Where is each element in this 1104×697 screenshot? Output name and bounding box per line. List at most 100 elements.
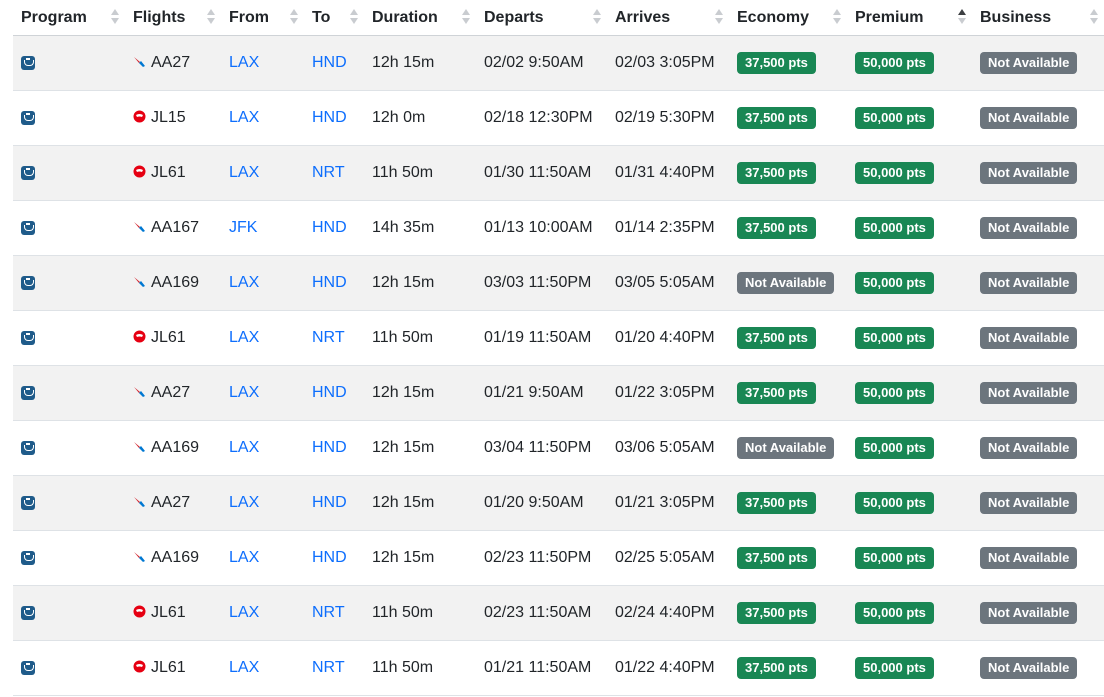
from-airport-link[interactable]: LAX: [229, 549, 259, 566]
table-row[interactable]: AA169 LAX HND 12h 15m 03/03 11:50PM 03/05 5:0…: [13, 255, 1104, 311]
to-airport-link[interactable]: NRT: [312, 604, 345, 621]
economy-award-badge[interactable]: 37,500 pts: [737, 217, 816, 239]
premium-award-badge[interactable]: 50,000 pts: [855, 52, 934, 74]
column-header-premium[interactable]: Premium: [847, 0, 972, 36]
to-airport-link[interactable]: HND: [312, 109, 347, 126]
premium-award-badge[interactable]: 50,000 pts: [855, 547, 934, 569]
duration-text: 12h 15m: [372, 274, 435, 291]
cell-program: [13, 35, 125, 91]
sort-icon[interactable]: [462, 9, 470, 27]
premium-award-badge[interactable]: 50,000 pts: [855, 272, 934, 294]
cell-program: [13, 585, 125, 641]
economy-award-badge[interactable]: 37,500 pts: [737, 52, 816, 74]
cell-premium: 50,000 pts: [847, 420, 972, 476]
economy-award-badge[interactable]: 37,500 pts: [737, 107, 816, 129]
premium-award-badge[interactable]: 50,000 pts: [855, 492, 934, 514]
from-airport-link[interactable]: LAX: [229, 329, 259, 346]
to-airport-link[interactable]: HND: [312, 219, 347, 236]
sort-icon[interactable]: [350, 9, 358, 27]
premium-award-badge[interactable]: 50,000 pts: [855, 657, 934, 679]
american-airlines-logo-icon: [134, 497, 145, 507]
business-award-badge: Not Available: [980, 657, 1078, 679]
table-row[interactable]: AA169 LAX HND 12h 15m 02/23 11:50PM 02/25 5:0…: [13, 530, 1104, 586]
column-header-flights[interactable]: Flights: [125, 0, 221, 36]
alaska-airlines-icon: [21, 605, 35, 620]
table-row[interactable]: AA169 LAX HND 12h 15m 03/04 11:50PM 03/06 5:0…: [13, 420, 1104, 476]
economy-award-badge: Not Available: [737, 272, 835, 294]
table-row[interactable]: JL61 LAX NRT 11h 50m 01/21 11:50AM 01/22 4:40…: [13, 640, 1104, 696]
results-page: Program Flights From To Duration Departs Arriv…: [0, 0, 1104, 697]
table-row[interactable]: JL61 LAX NRT 11h 50m 01/19 11:50AM 01/20 4:40…: [13, 310, 1104, 366]
sort-icon[interactable]: [715, 9, 723, 27]
to-airport-link[interactable]: HND: [312, 384, 347, 401]
sort-up-icon: [290, 9, 298, 15]
premium-award-badge[interactable]: 50,000 pts: [855, 107, 934, 129]
column-header-arrives[interactable]: Arrives: [607, 0, 729, 36]
from-airport-link[interactable]: LAX: [229, 109, 259, 126]
economy-award-badge[interactable]: 37,500 pts: [737, 657, 816, 679]
column-header-departs[interactable]: Departs: [476, 0, 607, 36]
cell-arrives: 02/24 4:40PM: [607, 585, 729, 641]
to-airport-link[interactable]: HND: [312, 494, 347, 511]
sort-icon[interactable]: [111, 9, 119, 27]
from-airport-link[interactable]: LAX: [229, 604, 259, 621]
cell-from: LAX: [221, 255, 304, 311]
to-airport-link[interactable]: HND: [312, 54, 347, 71]
economy-award-badge[interactable]: 37,500 pts: [737, 327, 816, 349]
column-header-to[interactable]: To: [304, 0, 364, 36]
column-header-from[interactable]: From: [221, 0, 304, 36]
cell-departs: 01/19 11:50AM: [476, 310, 607, 366]
economy-award-badge[interactable]: 37,500 pts: [737, 602, 816, 624]
cell-from: LAX: [221, 310, 304, 366]
economy-award-badge[interactable]: 37,500 pts: [737, 547, 816, 569]
premium-award-badge[interactable]: 50,000 pts: [855, 382, 934, 404]
cell-from: JFK: [221, 200, 304, 256]
departs-text: 02/18 12:30PM: [484, 109, 593, 126]
cell-arrives: 02/03 3:05PM: [607, 35, 729, 91]
from-airport-link[interactable]: LAX: [229, 494, 259, 511]
from-airport-link[interactable]: LAX: [229, 659, 259, 676]
premium-award-badge[interactable]: 50,000 pts: [855, 162, 934, 184]
sort-icon[interactable]: [207, 9, 215, 27]
sort-down-icon: [715, 18, 723, 24]
from-airport-link[interactable]: LAX: [229, 384, 259, 401]
to-airport-link[interactable]: HND: [312, 549, 347, 566]
table-row[interactable]: JL61 LAX NRT 11h 50m 01/30 11:50AM 01/31 4:40…: [13, 145, 1104, 201]
column-header-duration[interactable]: Duration: [364, 0, 476, 36]
premium-award-badge[interactable]: 50,000 pts: [855, 327, 934, 349]
column-header-program[interactable]: Program: [13, 0, 125, 36]
cell-to: HND: [304, 255, 364, 311]
table-row[interactable]: AA27 LAX HND 12h 15m 02/02 9:50AM 02/03 3:05P…: [13, 35, 1104, 91]
to-airport-link[interactable]: HND: [312, 274, 347, 291]
to-airport-link[interactable]: HND: [312, 439, 347, 456]
sort-icon[interactable]: [1090, 9, 1098, 27]
sort-icon[interactable]: [290, 9, 298, 27]
sort-icon[interactable]: [958, 9, 966, 27]
sort-icon[interactable]: [593, 9, 601, 27]
arrives-text: 01/31 4:40PM: [615, 164, 715, 181]
table-row[interactable]: JL61 LAX NRT 11h 50m 02/23 11:50AM 02/24 4:40…: [13, 585, 1104, 641]
to-airport-link[interactable]: NRT: [312, 659, 345, 676]
from-airport-link[interactable]: LAX: [229, 274, 259, 291]
premium-award-badge[interactable]: 50,000 pts: [855, 437, 934, 459]
from-airport-link[interactable]: LAX: [229, 439, 259, 456]
table-row[interactable]: AA27 LAX HND 12h 15m 01/20 9:50AM 01/21 3:05P…: [13, 475, 1104, 531]
from-airport-link[interactable]: LAX: [229, 54, 259, 71]
sort-icon[interactable]: [833, 9, 841, 27]
economy-award-badge[interactable]: 37,500 pts: [737, 492, 816, 514]
to-airport-link[interactable]: NRT: [312, 329, 345, 346]
table-row[interactable]: AA27 LAX HND 12h 15m 01/21 9:50AM 01/22 3:05P…: [13, 365, 1104, 421]
from-airport-link[interactable]: JFK: [229, 219, 257, 236]
cell-departs: 03/04 11:50PM: [476, 420, 607, 476]
premium-award-badge[interactable]: 50,000 pts: [855, 217, 934, 239]
column-header-economy[interactable]: Economy: [729, 0, 847, 36]
to-airport-link[interactable]: NRT: [312, 164, 345, 181]
economy-award-badge[interactable]: 37,500 pts: [737, 162, 816, 184]
column-header-business[interactable]: Business: [972, 0, 1104, 36]
economy-award-badge[interactable]: 37,500 pts: [737, 382, 816, 404]
japan-airlines-logo-icon: [133, 330, 146, 343]
table-row[interactable]: JL15 LAX HND 12h 0m 02/18 12:30PM 02/19 5:30P…: [13, 90, 1104, 146]
premium-award-badge[interactable]: 50,000 pts: [855, 602, 934, 624]
table-row[interactable]: AA167 JFK HND 14h 35m 01/13 10:00AM 01/14 2:3…: [13, 200, 1104, 256]
from-airport-link[interactable]: LAX: [229, 164, 259, 181]
